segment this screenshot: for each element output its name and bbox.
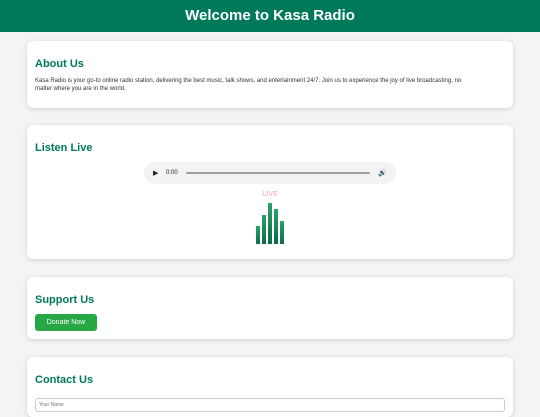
equalizer-bar	[274, 209, 278, 244]
equalizer-icon	[256, 203, 286, 244]
play-icon[interactable]: ▶	[153, 169, 161, 177]
donate-button[interactable]: Donate Now	[35, 314, 97, 331]
about-text: Kasa Radio is your go-to online radio st…	[35, 78, 462, 92]
listen-section: Listen Live ▶ 0:00 🔊 LIVE	[27, 125, 513, 259]
site-header: Welcome to Kasa Radio	[0, 0, 540, 32]
equalizer-bar	[268, 203, 272, 244]
equalizer-bar	[256, 226, 260, 244]
page-title: Welcome to Kasa Radio	[185, 7, 355, 24]
audio-time: 0:00	[166, 170, 178, 176]
equalizer-bar	[262, 215, 266, 244]
equalizer-bar	[280, 221, 284, 244]
live-label: LIVE	[262, 191, 278, 198]
listen-heading: Listen Live	[35, 142, 93, 154]
about-section: About Us Kasa Radio is your go-to online…	[27, 41, 513, 108]
audio-seek-bar[interactable]	[185, 172, 371, 174]
support-heading: Support Us	[35, 294, 95, 306]
contact-heading: Contact Us	[35, 374, 94, 386]
name-input[interactable]	[35, 398, 505, 412]
volume-icon[interactable]: 🔊	[378, 169, 387, 177]
support-section: Support Us Donate Now	[27, 277, 513, 339]
audio-player[interactable]: ▶ 0:00 🔊	[144, 162, 396, 184]
contact-section: Contact Us	[27, 357, 513, 417]
about-heading: About Us	[35, 58, 84, 70]
